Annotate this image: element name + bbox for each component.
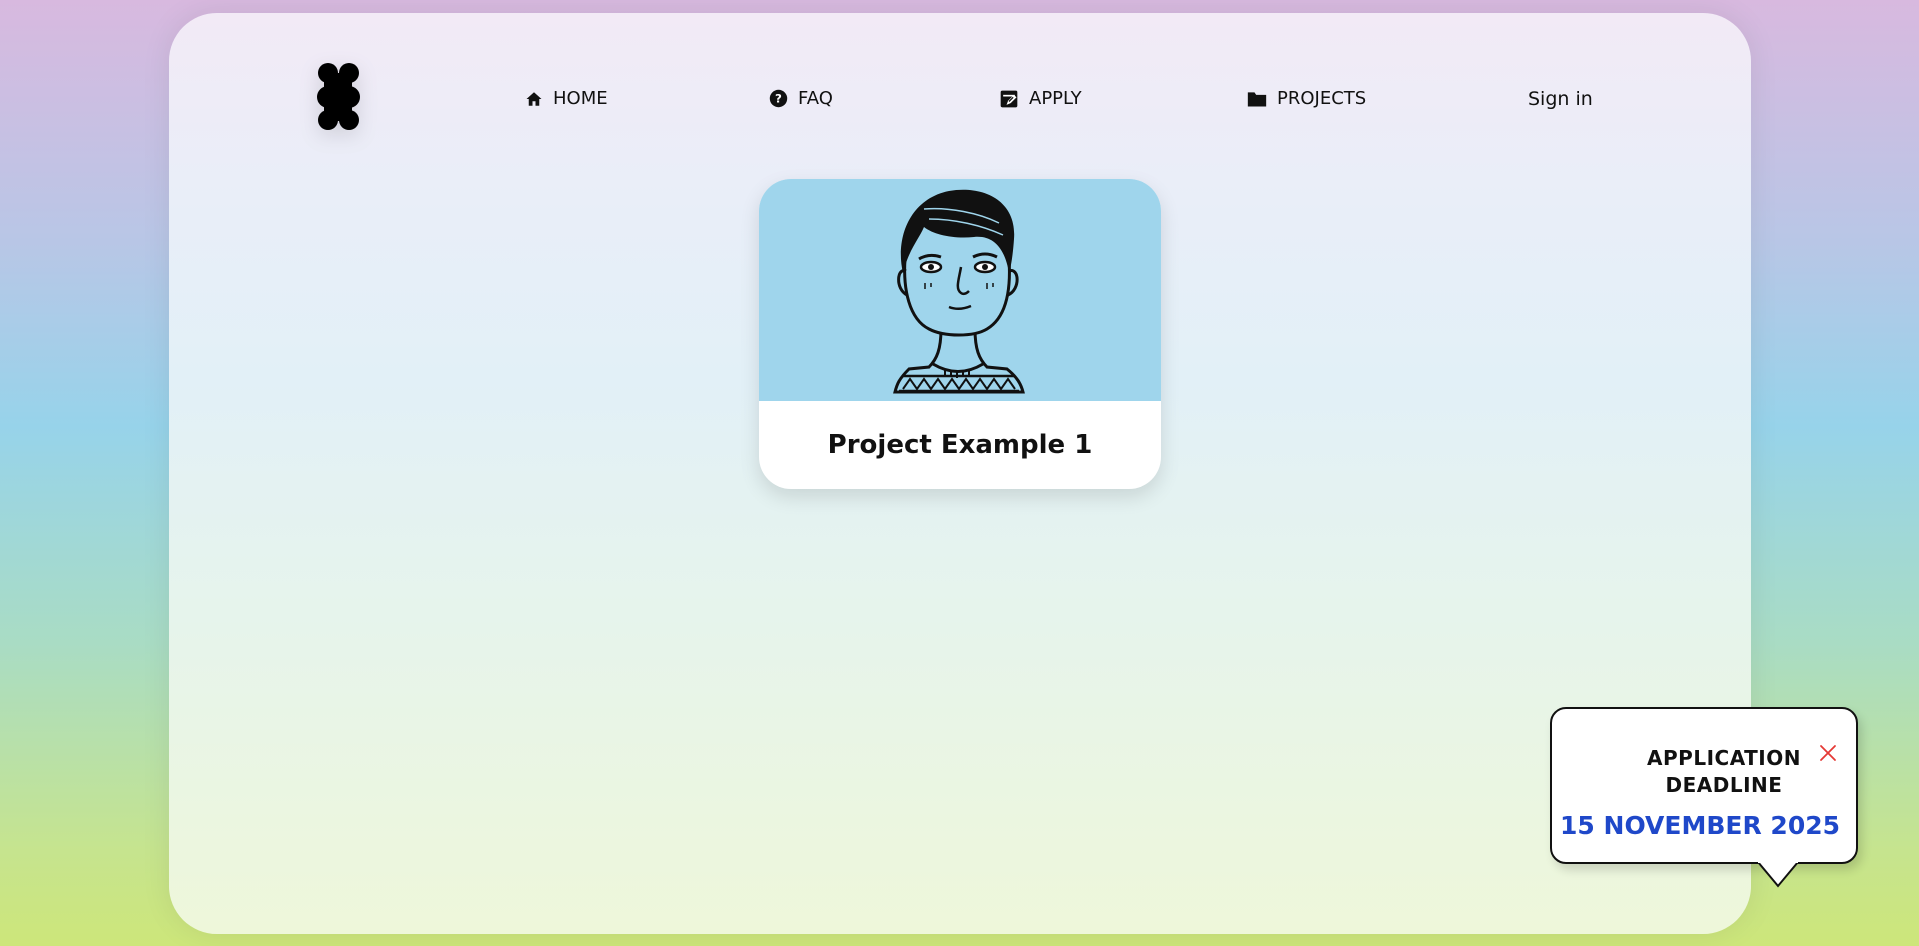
deadline-date: 15 NOVEMBER 2025 [1560,811,1840,840]
nav-projects-label: PROJECTS [1277,88,1367,109]
nav-home-label: HOME [553,88,608,109]
nav-home[interactable]: HOME [525,88,608,109]
close-icon[interactable] [1818,743,1838,763]
nav-projects[interactable]: PROJECTS [1247,88,1366,109]
main-frame: HOME ? FAQ APPLY PROJECTS Sign in Projec… [169,13,1751,934]
avatar-illustration [893,189,1025,394]
nav-apply[interactable]: APPLY [999,88,1082,109]
deadline-popup: APPLICATION DEADLINE 15 NOVEMBER 2025 [1550,707,1858,864]
project-card[interactable]: Project Example 1 [759,179,1161,489]
popup-tail [1757,860,1799,888]
svg-text:?: ? [775,91,782,105]
note-edit-icon [1000,90,1018,107]
nav-apply-label: APPLY [1029,88,1082,109]
project-image [759,179,1161,401]
deadline-label: APPLICATION DEADLINE [1647,746,1801,797]
main-nav: HOME ? FAQ APPLY PROJECTS Sign in [169,88,1751,118]
project-title: Project Example 1 [827,430,1093,460]
nav-faq-label: FAQ [798,88,833,109]
nav-faq[interactable]: ? FAQ [769,88,833,109]
folder-icon [1247,91,1267,106]
home-icon [526,91,542,106]
sign-in-link[interactable]: Sign in [1528,88,1593,110]
question-circle-icon: ? [769,89,788,108]
